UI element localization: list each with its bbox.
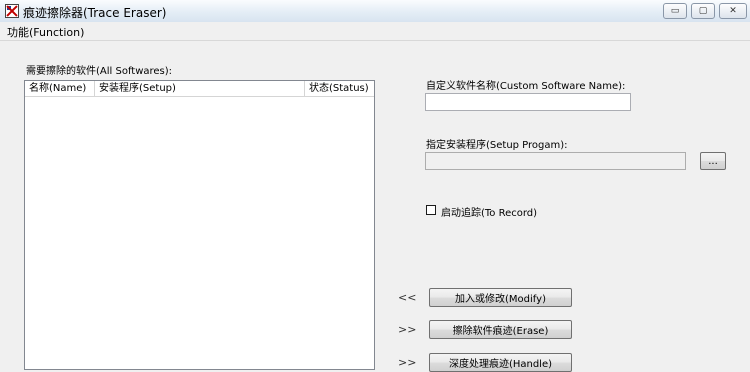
title-bar: 痕迹擦除器(Trace Eraser) ▭ ▢ ✕: [0, 0, 750, 23]
erase-button[interactable]: 擦除软件痕迹(Erase): [429, 320, 572, 339]
restore-button[interactable]: ▢: [691, 3, 715, 19]
modify-button[interactable]: 加入或修改(Modify): [429, 288, 572, 307]
to-record-label: 启动追踪(To Record): [441, 208, 538, 219]
handle-arrow-icon: >>: [398, 356, 417, 369]
modify-arrow-icon: <<: [398, 291, 417, 304]
custom-name-label: 自定义软件名称(Custom Software Name):: [426, 81, 626, 92]
window-title: 痕迹擦除器(Trace Eraser): [23, 6, 167, 20]
list-header: 名称(Name) 安装程序(Setup) 状态(Status): [25, 81, 374, 97]
software-list[interactable]: 名称(Name) 安装程序(Setup) 状态(Status): [24, 80, 375, 370]
close-button[interactable]: ✕: [719, 3, 747, 19]
column-setup[interactable]: 安装程序(Setup): [95, 81, 305, 96]
setup-program-label: 指定安装程序(Setup Progam):: [426, 140, 568, 151]
custom-name-input[interactable]: [425, 93, 631, 111]
close-icon: ✕: [729, 5, 737, 16]
software-list-label: 需要擦除的软件(All Softwares):: [26, 66, 173, 77]
column-status[interactable]: 状态(Status): [305, 81, 374, 96]
handle-button[interactable]: 深度处理痕迹(Handle): [429, 353, 572, 372]
restore-icon: ▢: [698, 5, 708, 16]
app-icon: [5, 4, 19, 18]
menu-function[interactable]: 功能(Function): [7, 24, 84, 40]
minimize-icon: ▭: [670, 5, 680, 16]
browse-button[interactable]: ...: [700, 152, 726, 170]
setup-program-input[interactable]: [425, 152, 686, 170]
minimize-button[interactable]: ▭: [663, 3, 687, 19]
erase-arrow-icon: >>: [398, 323, 417, 336]
menu-bar: 功能(Function): [0, 22, 750, 41]
to-record-checkbox[interactable]: [426, 205, 436, 215]
column-name[interactable]: 名称(Name): [25, 81, 95, 96]
